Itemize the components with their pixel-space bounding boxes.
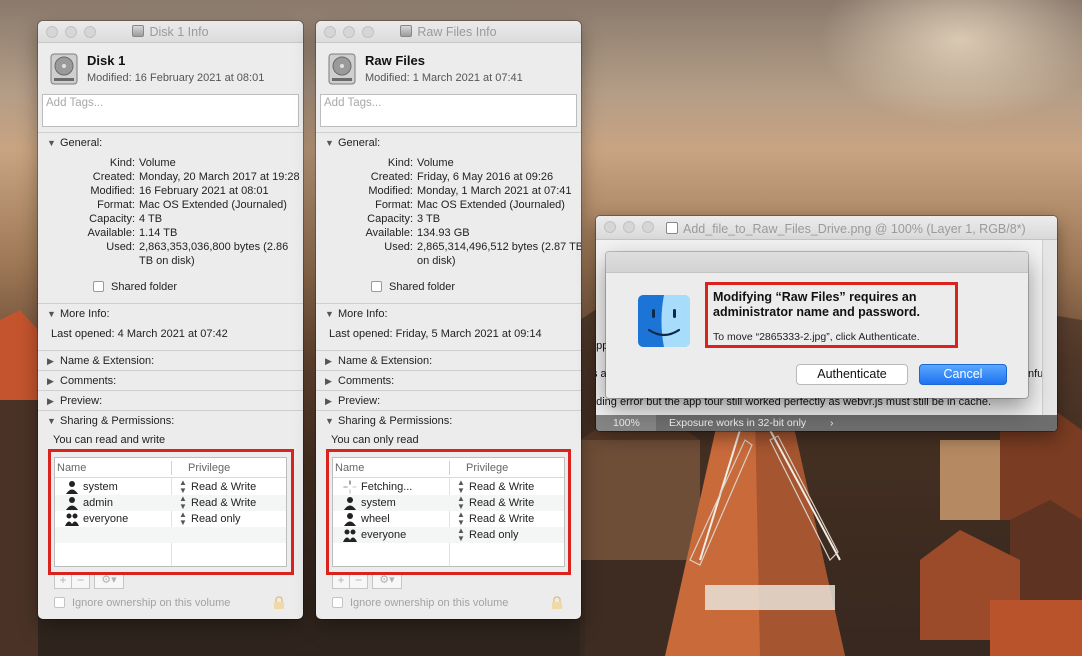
zoom-button[interactable] (642, 221, 654, 233)
window-titlebar[interactable]: Raw Files Info (316, 21, 581, 43)
section-more-info[interactable]: ▼ More Info: (38, 303, 303, 323)
disclosure-right-icon: ▶ (47, 396, 54, 406)
section-preview[interactable]: ▶ Preview: (316, 390, 581, 410)
chevron-right-icon[interactable]: › (830, 415, 834, 431)
authenticate-button[interactable]: Authenticate (796, 364, 908, 385)
remove-user-button[interactable]: − (350, 573, 368, 589)
action-gear-button[interactable]: ⚙︎▾ (372, 573, 402, 589)
volume-name: Disk 1 (87, 53, 126, 68)
tags-input[interactable]: Add Tags... (42, 94, 299, 127)
add-user-button[interactable]: + (332, 573, 350, 589)
volume-modified: Modified: 16 February 2021 at 08:01 (87, 72, 265, 84)
vertical-scrollbar[interactable] (1042, 240, 1057, 415)
status-message: Exposure works in 32-bit only (669, 417, 807, 429)
highlight-box (326, 449, 571, 575)
lock-icon[interactable] (551, 596, 563, 609)
section-preview[interactable]: ▶ Preview: (38, 390, 303, 410)
window-title: Add_file_to_Raw_Files_Drive.png @ 100% (… (683, 222, 1026, 236)
ignore-ownership-checkbox[interactable]: Ignore ownership on this volume (54, 597, 230, 609)
disclosure-down-icon: ▼ (325, 138, 334, 148)
section-general[interactable]: ▼ General: (316, 132, 581, 152)
access-level: You can only read (331, 434, 419, 446)
disclosure-down-icon: ▼ (47, 309, 56, 319)
volume-modified: Modified: 1 March 2021 at 07:41 (365, 72, 523, 84)
close-button[interactable] (604, 221, 616, 233)
disk-icon (400, 25, 413, 37)
ignore-ownership-checkbox[interactable]: Ignore ownership on this volume (332, 597, 508, 609)
action-gear-button[interactable]: ⚙︎▾ (94, 573, 124, 589)
zoom-level[interactable]: 100% (596, 415, 656, 431)
shared-folder-checkbox[interactable]: Shared folder (371, 281, 455, 293)
volume-name: Raw Files (365, 53, 425, 68)
access-level: You can read and write (53, 434, 166, 446)
tags-input[interactable]: Add Tags... (320, 94, 577, 127)
section-more-info[interactable]: ▼ More Info: (316, 303, 581, 323)
dialog-titlebar (606, 252, 1028, 273)
highlight-box (48, 449, 294, 575)
section-name-extension[interactable]: ▶ Name & Extension: (316, 350, 581, 370)
disclosure-down-icon: ▼ (47, 416, 56, 426)
remove-user-button[interactable]: − (72, 573, 90, 589)
hard-disk-icon (328, 53, 356, 85)
section-comments[interactable]: ▶ Comments: (38, 370, 303, 390)
disclosure-right-icon: ▶ (47, 356, 54, 366)
add-user-button[interactable]: + (54, 573, 72, 589)
gear-icon: ⚙︎▾ (101, 574, 117, 586)
disclosure-right-icon: ▶ (325, 356, 332, 366)
disclosure-down-icon: ▼ (325, 309, 334, 319)
window-title: Disk 1 Info (149, 25, 209, 39)
last-opened: Last opened: Friday, 5 March 2021 at 09:… (329, 328, 542, 340)
image-file-icon (666, 222, 678, 234)
disclosure-down-icon: ▼ (325, 416, 334, 426)
minimize-button[interactable] (623, 221, 635, 233)
section-comments[interactable]: ▶ Comments: (316, 370, 581, 390)
hard-disk-icon (50, 53, 78, 85)
highlight-box (705, 282, 958, 348)
gear-icon: ⚙︎▾ (379, 574, 395, 586)
disk-icon (132, 25, 145, 37)
section-name-extension[interactable]: ▶ Name & Extension: (38, 350, 303, 370)
cancel-button[interactable]: Cancel (919, 364, 1007, 385)
window-title: Raw Files Info (417, 25, 497, 39)
disclosure-down-icon: ▼ (47, 138, 56, 148)
last-opened: Last opened: 4 March 2021 at 07:42 (51, 328, 228, 340)
lock-icon[interactable] (273, 596, 285, 609)
disclosure-right-icon: ▶ (325, 376, 332, 386)
disclosure-right-icon: ▶ (325, 396, 332, 406)
finder-icon (638, 295, 690, 347)
window-titlebar[interactable]: Add_file_to_Raw_Files_Drive.png @ 100% (… (596, 216, 1057, 240)
section-sharing-permissions[interactable]: ▼ Sharing & Permissions: (38, 410, 303, 430)
section-general[interactable]: ▼ General: (38, 132, 303, 152)
window-titlebar[interactable]: Disk 1 Info (38, 21, 303, 43)
section-sharing-permissions[interactable]: ▼ Sharing & Permissions: (316, 410, 581, 430)
shared-folder-checkbox[interactable]: Shared folder (93, 281, 177, 293)
status-bar: 100% Exposure works in 32-bit only › (596, 415, 1057, 431)
disclosure-right-icon: ▶ (47, 376, 54, 386)
